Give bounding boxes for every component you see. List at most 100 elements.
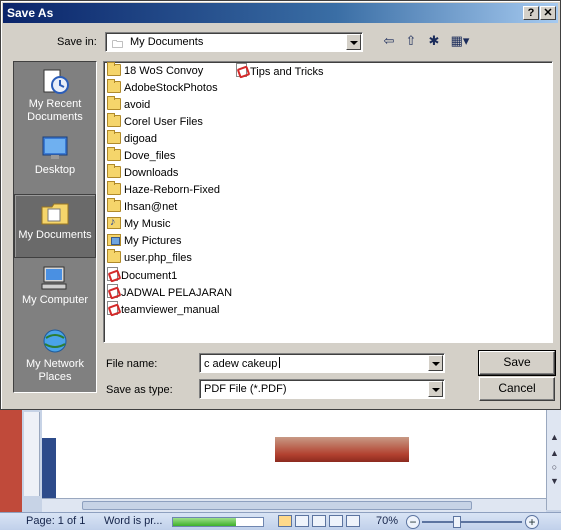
file-name: 18 WoS Convoy (124, 65, 204, 77)
save-as-type-label: Save as type: (106, 384, 173, 396)
folder-icon (107, 147, 121, 161)
zoom-slider[interactable] (422, 521, 522, 523)
desktop-icon (42, 136, 68, 159)
place-desktop[interactable]: Desktop (14, 130, 96, 194)
close-button[interactable]: ✕ (540, 6, 556, 20)
network-places-icon (43, 329, 67, 353)
left-edge-background (0, 408, 22, 512)
views-icon[interactable]: ▦▾ (448, 33, 472, 49)
places-bar: My Recent Documents Desktop My Documents (13, 61, 97, 393)
select-browse-object-icon[interactable]: ○ (549, 462, 560, 472)
zoom-slider-thumb[interactable] (453, 516, 461, 528)
save-as-type-dropdown[interactable]: PDF File (*.PDF) (199, 379, 445, 399)
file-list-item[interactable]: Ihsan@net (107, 198, 178, 216)
place-label: My Computer (21, 294, 89, 306)
file-name: My Music (124, 218, 171, 230)
file-list-item[interactable]: Downloads (107, 164, 179, 182)
new-folder-icon[interactable]: ✱ (425, 33, 443, 49)
file-name: My Pictures (124, 235, 182, 247)
pdf-file-icon (107, 267, 118, 281)
horizontal-scroll-thumb[interactable] (82, 501, 472, 510)
file-list-item[interactable]: My Music (107, 214, 171, 233)
file-list-item[interactable]: Document1 (107, 267, 177, 284)
folder-icon (107, 79, 121, 93)
file-list-item[interactable]: Corel User Files (107, 113, 203, 131)
place-my-recent-documents[interactable]: My Recent Documents (14, 64, 96, 128)
zoom-out-button[interactable]: − (406, 515, 420, 529)
place-my-documents[interactable]: My Documents (14, 194, 96, 258)
file-name-value: c adew cakeup (204, 358, 278, 370)
save-in-label: Save in: (57, 36, 97, 48)
folder-icon (107, 181, 121, 195)
file-name: Document1 (121, 270, 178, 282)
folder-icon (107, 113, 121, 127)
folder-icon (107, 249, 121, 263)
file-name: AdobeStockPhotos (124, 82, 218, 94)
prev-page-icon[interactable]: ▲ (549, 448, 560, 458)
pdf-file-icon (107, 301, 118, 315)
place-label: Desktop (34, 164, 76, 176)
file-list-item[interactable]: Haze-Reborn-Fixed (107, 181, 220, 199)
up-folder-icon[interactable]: ⇧ (402, 33, 420, 49)
zoom-in-button[interactable]: + (525, 515, 539, 529)
file-name: avoid (124, 99, 151, 111)
file-list-item[interactable]: teamviewer_manual (107, 301, 219, 318)
place-label: My Recent Documents (27, 98, 83, 123)
file-list-item[interactable]: user.php_files (107, 249, 192, 267)
file-list-item[interactable]: Dove_files (107, 147, 175, 165)
file-name: user.php_files (124, 252, 192, 264)
file-name: Downloads (124, 167, 179, 179)
print-layout-icon[interactable] (278, 515, 292, 527)
full-screen-reading-icon[interactable] (295, 515, 309, 527)
file-list[interactable]: 18 WoS Convoy AdobeStockPhotos avoid Corel … (103, 61, 553, 343)
chevron-down-icon[interactable] (428, 381, 443, 397)
progress-fill (173, 518, 236, 526)
file-list-item[interactable]: My Pictures (107, 233, 181, 250)
dialog-titlebar[interactable]: Save As ? ✕ (3, 3, 558, 23)
document-photo[interactable] (275, 437, 409, 462)
text-caret (279, 357, 281, 368)
save-in-dropdown[interactable]: 🗀 My Documents (105, 32, 363, 52)
vertical-scrollbar[interactable]: ▲ ▲ ○ ▼ (546, 410, 561, 510)
file-list-item[interactable]: AdobeStockPhotos (107, 79, 218, 97)
save-as-dialog: Save As ? ✕ Save in: 🗀 My Documents ⇦ ⇧ … (0, 0, 561, 410)
file-name-field[interactable]: c adew cakeup (199, 353, 445, 373)
recent-documents-icon (43, 69, 69, 94)
web-layout-icon[interactable] (312, 515, 326, 527)
dialog-title: Save As (7, 6, 54, 20)
file-list-item[interactable]: 18 WoS Convoy (107, 62, 204, 80)
outline-icon[interactable] (329, 515, 343, 527)
file-list-item[interactable]: Tips and Tricks (236, 63, 324, 80)
file-name: Ihsan@net (124, 201, 178, 213)
file-list-item[interactable]: digoad (107, 130, 157, 148)
folder-icon (107, 198, 121, 212)
chevron-down-icon[interactable] (346, 34, 361, 50)
my-computer-icon (41, 266, 67, 290)
chevron-down-icon[interactable] (428, 355, 443, 371)
back-icon[interactable]: ⇦ (380, 33, 398, 49)
status-text: Word is pr... (104, 515, 163, 527)
folder-icon (107, 62, 121, 76)
place-label: My Documents (18, 229, 92, 241)
file-name: Tips and Tricks (250, 66, 324, 78)
place-my-computer[interactable]: My Computer (14, 260, 96, 324)
vertical-ruler (24, 412, 40, 496)
file-name: teamviewer_manual (121, 304, 220, 316)
file-name: Corel User Files (124, 116, 203, 128)
file-list-item[interactable]: JADWAL PELAJARAN (107, 284, 232, 301)
place-my-network-places[interactable]: My Network Places (14, 324, 96, 388)
cancel-button[interactable]: Cancel (479, 377, 555, 401)
file-list-item[interactable]: avoid (107, 96, 151, 114)
page-image-edge (42, 438, 56, 498)
scroll-up-icon[interactable]: ▲ (549, 432, 560, 442)
pdf-file-icon (107, 284, 118, 298)
status-bar: Page: 1 of 1 Word is pr... 70% − + (0, 512, 561, 530)
help-button[interactable]: ? (523, 6, 539, 20)
horizontal-scrollbar[interactable] (42, 498, 546, 512)
my-documents-icon (41, 203, 69, 225)
zoom-level[interactable]: 70% (376, 515, 398, 527)
page-indicator[interactable]: Page: 1 of 1 (26, 515, 85, 527)
next-page-icon[interactable]: ▼ (549, 476, 560, 486)
save-button[interactable]: Save (478, 350, 556, 376)
draft-icon[interactable] (346, 515, 360, 527)
